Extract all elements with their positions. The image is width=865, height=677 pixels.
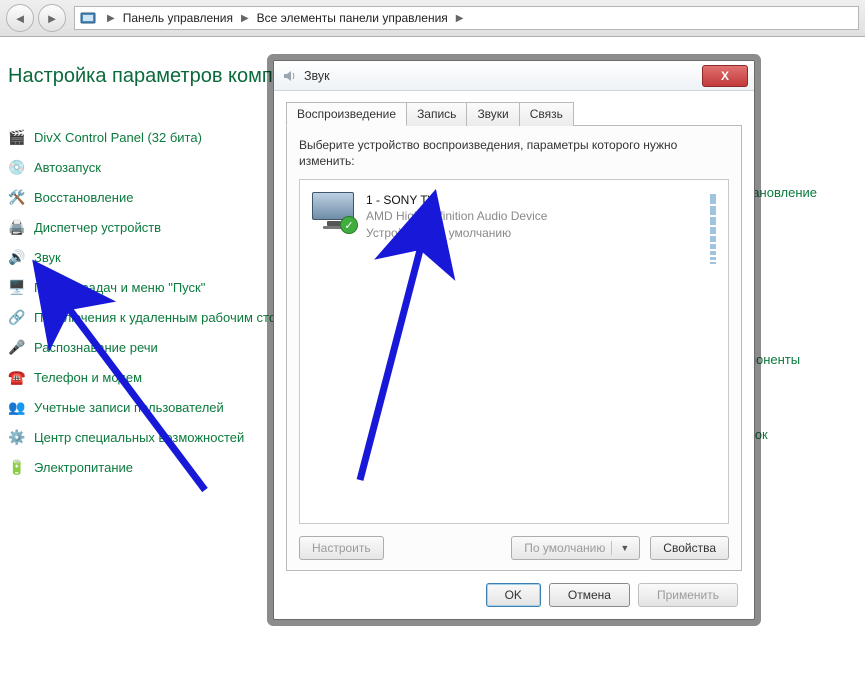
configure-button[interactable]: Настроить — [299, 536, 384, 560]
autoplay-icon: 💿 — [8, 158, 26, 176]
speaker-icon — [282, 68, 298, 84]
speech-icon: 🎤 — [8, 338, 26, 356]
dialog-titlebar[interactable]: Звук X — [274, 61, 754, 91]
sound-icon: 🔊 — [8, 248, 26, 266]
recovery-icon: 🛠️ — [8, 188, 26, 206]
tab-strip: Воспроизведение Запись Звуки Связь — [286, 102, 742, 126]
sound-dialog: Звук X Воспроизведение Запись Звуки Связ… — [273, 60, 755, 620]
breadcrumb-item[interactable]: Все элементы панели управления — [255, 9, 450, 27]
tab-recording[interactable]: Запись — [406, 102, 467, 126]
taskbar-icon: 🖥️ — [8, 278, 26, 296]
chevron-right-icon: ▶ — [107, 13, 115, 24]
level-meter-icon — [710, 192, 716, 264]
power-icon: 🔋 — [8, 458, 26, 476]
instruction-text: Выберите устройство воспроизведения, пар… — [299, 138, 729, 169]
tab-pane-playback: Выберите устройство воспроизведения, пар… — [286, 125, 742, 571]
device-item[interactable]: ✓ 1 - SONY TV AMD High Definition Audio … — [308, 188, 720, 268]
chevron-right-icon: ▶ — [241, 13, 249, 24]
divx-icon: 🎬 — [8, 128, 26, 146]
chevron-down-icon[interactable]: ▼ — [611, 541, 635, 555]
dialog-title: Звук — [304, 69, 330, 83]
control-panel-icon — [79, 9, 97, 27]
chevron-right-icon: ▶ — [456, 13, 464, 24]
breadcrumb[interactable]: ▶ Панель управления ▶ Все элементы панел… — [74, 6, 859, 30]
device-driver: AMD High Definition Audio Device — [366, 208, 547, 224]
nav-back-button[interactable]: ◄ — [6, 4, 34, 32]
breadcrumb-item[interactable]: Панель управления — [121, 9, 235, 27]
phone-icon: ☎️ — [8, 368, 26, 386]
close-icon: X — [721, 69, 729, 83]
ok-button[interactable]: OK — [486, 583, 541, 607]
tab-playback[interactable]: Воспроизведение — [286, 102, 407, 126]
default-check-icon: ✓ — [340, 216, 358, 234]
tab-communications[interactable]: Связь — [519, 102, 574, 126]
properties-button[interactable]: Свойства — [650, 536, 729, 560]
nav-forward-button[interactable]: ► — [38, 4, 66, 32]
close-button[interactable]: X — [702, 65, 748, 87]
set-default-button[interactable]: По умолчанию ▼ — [511, 536, 640, 560]
cancel-button[interactable]: Отмена — [549, 583, 630, 607]
device-manager-icon: 🖨️ — [8, 218, 26, 236]
tab-sounds[interactable]: Звуки — [466, 102, 519, 126]
remote-icon: 🔗 — [8, 308, 26, 326]
apply-button[interactable]: Применить — [638, 583, 738, 607]
ease-of-access-icon: ⚙️ — [8, 428, 26, 446]
device-status: Устройство по умолчанию — [366, 225, 547, 241]
monitor-icon: ✓ — [312, 192, 356, 232]
device-name: 1 - SONY TV — [366, 192, 547, 208]
dialog-footer: OK Отмена Применить — [286, 571, 742, 609]
device-list[interactable]: ✓ 1 - SONY TV AMD High Definition Audio … — [299, 179, 729, 524]
explorer-toolbar: ◄ ► ▶ Панель управления ▶ Все элементы п… — [0, 0, 865, 37]
users-icon: 👥 — [8, 398, 26, 416]
